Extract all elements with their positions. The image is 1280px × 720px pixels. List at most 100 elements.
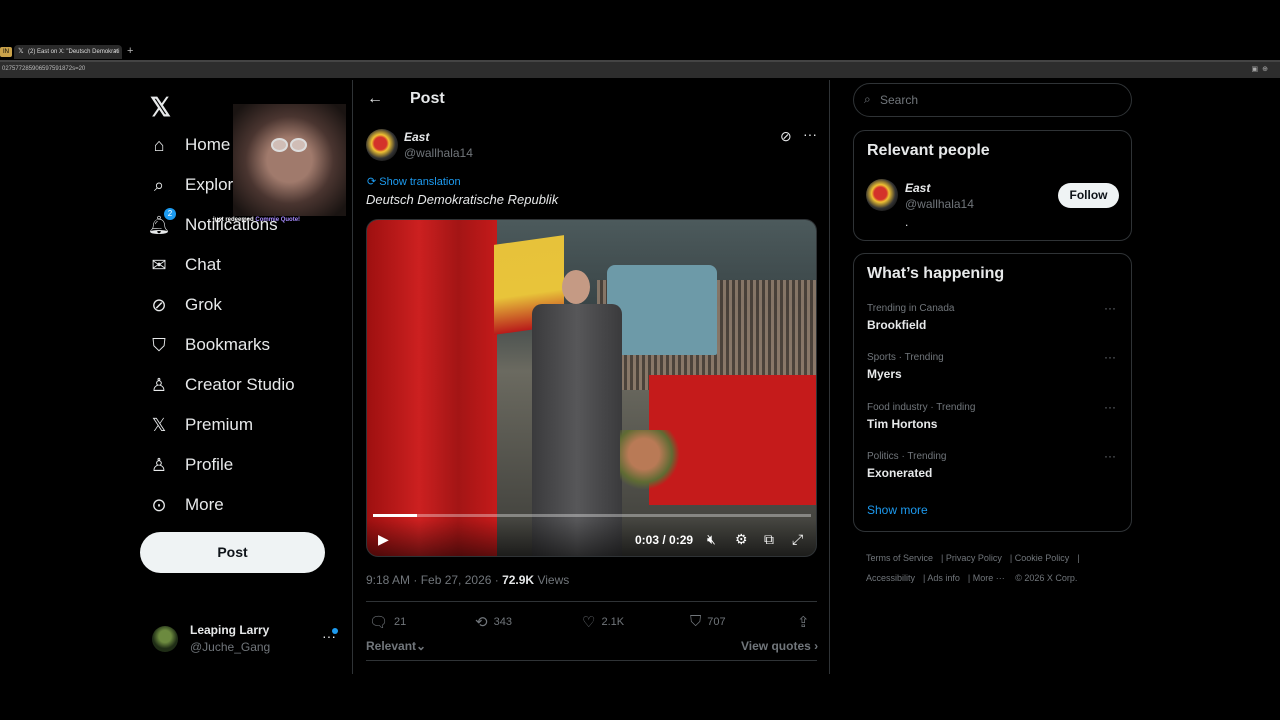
nav-item-home[interactable]: ⌂ Home [148, 127, 231, 163]
account-switcher[interactable]: Leaping Larry @Juche_Gang ··· [150, 620, 350, 660]
video-curtain [367, 220, 497, 556]
video-figure-head [562, 270, 590, 304]
search-input[interactable] [880, 91, 1120, 109]
nav-label: Creator Studio [185, 375, 295, 394]
pinned-tab[interactable]: IN [0, 47, 12, 57]
address-bar-icons[interactable]: ▣⊕ [1252, 65, 1272, 73]
repost-button[interactable]: ⟲ 343 [475, 613, 512, 631]
nav-item-explore[interactable]: ⌕ Explore [148, 167, 243, 203]
nav-item-grok[interactable]: ⊘ Grok [148, 287, 221, 323]
trend-item[interactable]: Politics · Trending Exonerated ··· [867, 449, 1117, 487]
trend-name: Exonerated [867, 466, 933, 480]
whats-happening-card: What’s happening Trending in Canada Broo… [853, 253, 1132, 532]
footer-link[interactable]: Ads info [927, 573, 960, 583]
trend-context: Sports · Trending [867, 352, 944, 363]
trend-item[interactable]: Sports · Trending Myers ··· [867, 350, 1117, 388]
footer-link[interactable]: Privacy Policy [946, 553, 1002, 563]
x-logo-icon: 𝕏 [18, 48, 24, 55]
post-button[interactable]: Post [140, 532, 325, 573]
video-player[interactable]: ▶ 0:03 / 0:29 🔇︎ ⚙ ⧉ ⤢ [366, 219, 817, 557]
creator-icon: ♙ [150, 374, 168, 395]
divider [366, 601, 817, 602]
trend-name: Tim Hortons [867, 417, 938, 431]
person-name[interactable]: East [905, 181, 930, 195]
home-icon: ⌂ [153, 134, 165, 155]
video-flowers [620, 430, 680, 490]
video-time: 0:03 / 0:29 [635, 533, 694, 547]
more-icon[interactable]: ··· [803, 126, 817, 142]
tab-title: (2) East on X: "Deutsch Demokrati [28, 49, 120, 55]
trend-item[interactable]: Trending in Canada Brookfield ··· [867, 301, 1117, 339]
browser-tab[interactable]: 𝕏 (2) East on X: "Deutsch Demokrati × [14, 45, 122, 59]
grok-icon: ⊘ [151, 294, 167, 315]
copyright: © 2026 X Corp. [1015, 573, 1078, 583]
trend-name: Brookfield [867, 318, 927, 332]
share-button[interactable]: ⇪ [797, 613, 816, 631]
x-logo-icon[interactable]: 𝕏 [150, 92, 171, 123]
picture-in-picture-icon[interactable]: ⧉ [764, 531, 774, 548]
author-name[interactable]: East [404, 130, 429, 144]
more-icon[interactable]: ··· [1104, 449, 1116, 463]
page-title: Post [410, 90, 445, 107]
divider [366, 660, 817, 661]
person-handle[interactable]: @wallhala14 [905, 197, 974, 211]
nav-item-profile[interactable]: ♙ Profile [148, 447, 233, 483]
more-icon[interactable]: ··· [1104, 400, 1116, 414]
post-text: Deutsch Demokratische Republik [366, 192, 559, 207]
search-box[interactable]: ⌕ [853, 83, 1132, 117]
card-title: Relevant people [867, 142, 990, 159]
bookmark-button[interactable]: ⛉ 707 [690, 613, 726, 630]
trend-context: Politics · Trending [867, 451, 947, 462]
author-avatar[interactable] [366, 129, 398, 161]
more-icon[interactable]: ··· [1104, 350, 1116, 364]
fullscreen-icon[interactable]: ⤢ [792, 531, 803, 548]
show-more-link[interactable]: Show more [867, 503, 928, 517]
like-button[interactable]: ♡ 2.1K [582, 613, 624, 631]
nav-item-more[interactable]: ⊙ More [148, 487, 223, 523]
url-text[interactable]: 027577285906597591872s=20 [2, 66, 85, 72]
unread-dot [332, 628, 338, 634]
nav-label: Profile [185, 455, 234, 474]
reply-button[interactable]: 🗨︎ 21 [369, 613, 406, 631]
views-label: Views [534, 573, 570, 587]
footer-link[interactable]: Terms of Service [866, 553, 933, 563]
play-icon[interactable]: ▶ [378, 531, 389, 548]
back-arrow-icon[interactable]: ← [367, 90, 383, 108]
settings-icon[interactable]: ⚙ [735, 531, 748, 548]
author-handle[interactable]: @wallhala14 [404, 146, 473, 160]
post-timestamp[interactable]: 9:18 AM · Feb 27, 2026 · [366, 573, 502, 587]
person-icon: ♙ [150, 454, 168, 475]
trend-item[interactable]: Food industry · Trending Tim Hortons ··· [867, 400, 1117, 438]
nav-label: Home [185, 135, 231, 154]
show-translation-link[interactable]: ⟳ Show translation [367, 175, 461, 188]
webcam-overlay [233, 104, 346, 216]
nav-item-chat[interactable]: ✉ Chat [148, 247, 220, 283]
video-progress-bar[interactable] [373, 514, 811, 517]
avatar[interactable] [866, 179, 898, 211]
bookmark-icon: ⛉ [152, 334, 166, 355]
follow-button[interactable]: Follow [1058, 183, 1119, 208]
nav-item-premium[interactable]: 𝕏 Premium [148, 407, 253, 443]
new-tab-button[interactable]: + [127, 44, 133, 58]
footer-link[interactable]: Cookie Policy [1015, 553, 1070, 563]
video-progress-fill [373, 514, 417, 517]
mail-icon: ✉ [151, 254, 167, 275]
more-icon[interactable]: ··· [1104, 301, 1116, 315]
view-quotes-link[interactable]: View quotes › [741, 639, 818, 653]
mute-icon[interactable]: 🔇︎ [707, 531, 716, 548]
close-icon[interactable]: × [114, 45, 118, 59]
footer-link[interactable]: More ··· [973, 573, 1005, 583]
nav-item-creator-studio[interactable]: ♙ Creator Studio [148, 367, 295, 403]
grok-icon[interactable]: ⊘ [780, 128, 792, 145]
sort-label: Relevant [366, 639, 417, 653]
footer-link[interactable]: Accessibility [866, 573, 915, 583]
post-metadata: 9:18 AM · Feb 27, 2026 · 72.9K Views [366, 573, 569, 587]
nav-item-bookmarks[interactable]: ⛉ Bookmarks [148, 327, 270, 363]
address-bar[interactable]: 027577285906597591872s=20 ▣⊕ [0, 60, 1280, 78]
redeem-caption: just redeemed Commie Quote! [213, 217, 300, 223]
share-icon: ⇪ [797, 614, 810, 631]
translate-label: Show translation [379, 176, 461, 188]
views-count: 72.9K [502, 573, 535, 587]
reply-sort-dropdown[interactable]: Relevant⌄ [366, 639, 426, 653]
person-bio: . [905, 215, 909, 229]
